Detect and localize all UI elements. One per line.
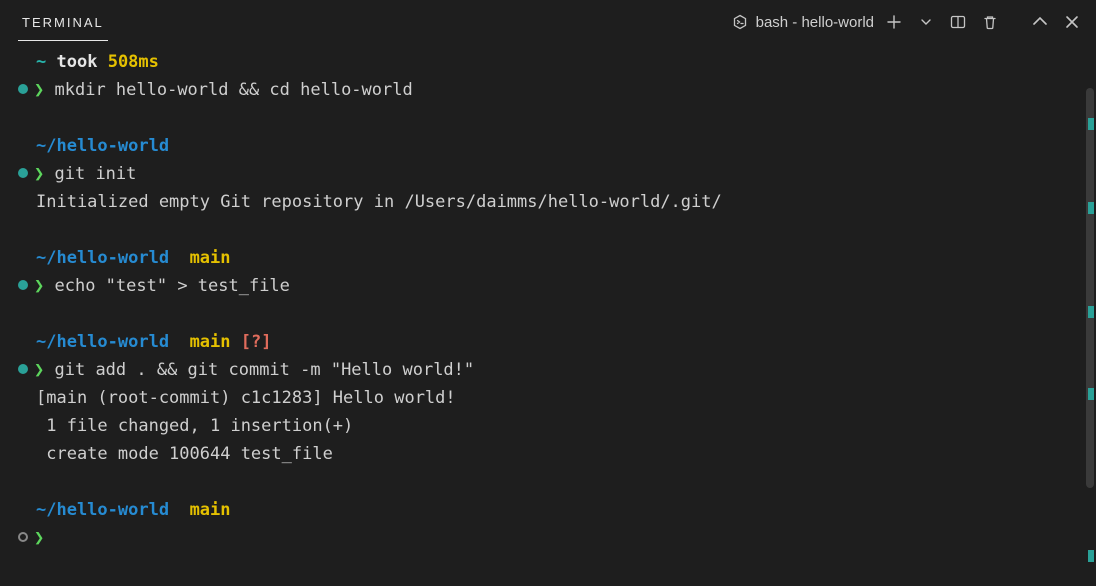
prompt-cwd: ~/hello-world [36,136,169,156]
output-text: 1 file changed, 1 insertion(+) [36,416,353,436]
prompt-cwd: ~/hello-world [36,500,169,520]
output-line: [main (root-commit) c1c1283] Hello world… [18,384,1078,412]
shell-label[interactable]: bash - hello-world [732,14,874,31]
status-dot-icon [18,364,28,374]
prompt-line: ~/hello-world [18,132,1078,160]
new-terminal-dropdown[interactable] [914,10,938,34]
scrollbar-thumb[interactable] [1086,88,1094,488]
status-dot-hollow-icon [18,532,28,542]
split-terminal-button[interactable] [946,10,970,34]
blank-line [18,104,1078,132]
prompt-arrow-icon: ❯ [34,528,44,548]
git-status-indicator: [?] [241,332,272,352]
command-text: git init [55,164,137,184]
blank-line [18,300,1078,328]
status-dot-icon [18,84,28,94]
output-text: Initialized empty Git repository in /Use… [36,192,722,212]
output-line: 1 file changed, 1 insertion(+) [18,412,1078,440]
prompt-arrow-icon: ❯ [34,360,44,380]
command-text: echo "test" > test_file [55,276,290,296]
command-line: ❯ mkdir hello-world && cd hello-world [18,76,1078,104]
output-line: Initialized empty Git repository in /Use… [18,188,1078,216]
command-text: git add . && git commit -m "Hello world!… [55,360,475,380]
prompt-cwd: ~ [36,52,46,72]
blank-line [18,468,1078,496]
command-line: ❯ git add . && git commit -m "Hello worl… [18,356,1078,384]
prompt-cwd: ~/hello-world [36,248,169,268]
git-branch-name: main [190,500,231,520]
git-branch-name: main [190,248,231,268]
command-text: mkdir hello-world && cd hello-world [55,80,413,100]
scroll-marker [1088,388,1094,400]
terminal-titlebar: TERMINAL bash - hello-world [0,0,1096,44]
command-line: ❯ git init [18,160,1078,188]
scroll-marker [1088,118,1094,130]
prompt-arrow-icon: ❯ [34,164,44,184]
scroll-marker [1088,202,1094,214]
prompt-line: ~ took 508ms [18,48,1078,76]
prompt-line: ~/hello-world main [?] [18,328,1078,356]
command-line-active[interactable]: ❯ [18,524,1078,552]
output-text: [main (root-commit) c1c1283] Hello world… [36,388,456,408]
git-branch-name: main [190,332,231,352]
terminal-output[interactable]: ~ took 508ms ❯ mkdir hello-world && cd h… [0,44,1096,552]
took-label: took [57,52,98,72]
output-line: create mode 100644 test_file [18,440,1078,468]
blank-line [18,216,1078,244]
status-dot-icon [18,280,28,290]
terminal-tab[interactable]: TERMINAL [18,3,108,41]
panel-collapse-button[interactable] [1028,10,1052,34]
timing-value: 508ms [108,52,159,72]
command-line: ❯ echo "test" > test_file [18,272,1078,300]
shell-label-text: bash - hello-world [756,14,874,31]
panel-close-button[interactable] [1060,10,1084,34]
prompt-line: ~/hello-world main [18,496,1078,524]
prompt-cwd: ~/hello-world [36,332,169,352]
output-text: create mode 100644 test_file [36,444,333,464]
status-dot-icon [18,168,28,178]
terminal-scrollbar[interactable] [1084,48,1096,568]
prompt-arrow-icon: ❯ [34,276,44,296]
bash-icon [732,14,748,30]
scroll-marker [1088,306,1094,318]
scroll-marker [1088,550,1094,562]
prompt-arrow-icon: ❯ [34,80,44,100]
prompt-line: ~/hello-world main [18,244,1078,272]
new-terminal-button[interactable] [882,10,906,34]
kill-terminal-button[interactable] [978,10,1002,34]
